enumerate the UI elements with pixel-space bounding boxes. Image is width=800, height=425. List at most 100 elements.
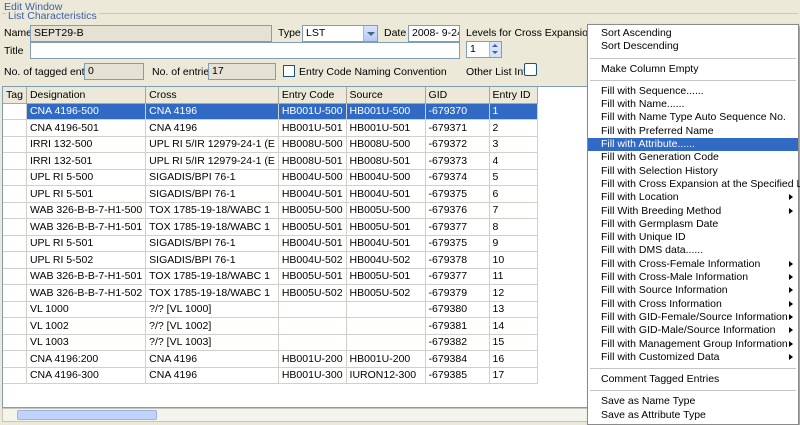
cell-entry-code[interactable]: HB004U-502 xyxy=(278,251,347,269)
spin-arrows-icon[interactable] xyxy=(489,42,501,57)
menu-item-sort-descending[interactable]: Sort Descending xyxy=(588,40,798,53)
cell-source[interactable]: HB001U-501 xyxy=(346,119,426,137)
column-header-designation[interactable]: Designation xyxy=(26,87,147,104)
cell-gid[interactable]: -679376 xyxy=(425,202,490,219)
cell-cross[interactable]: SIGADIS/BPI 76-1 xyxy=(145,185,279,203)
cell-source[interactable]: HB008U-500 xyxy=(346,136,426,153)
cell-entry-id[interactable]: 16 xyxy=(489,350,538,368)
table-row[interactable]: VL 1000 ?/? [VL 1000] -679380 13 xyxy=(3,301,538,318)
type-select[interactable]: LST xyxy=(302,25,378,42)
cell-designation[interactable]: IRRI 132-501 xyxy=(26,152,147,170)
menu-item-fill-with-unique-id[interactable]: Fill with Unique ID xyxy=(588,231,798,244)
cell-cross[interactable]: CNA 4196 xyxy=(145,103,279,120)
cell-entry-code[interactable] xyxy=(278,334,347,351)
menu-item-fill-with-gid-male-source-information[interactable]: Fill with GID-Male/Source Information xyxy=(588,324,798,337)
naming-convention-checkbox[interactable] xyxy=(283,65,295,77)
cell-entry-id[interactable]: 12 xyxy=(489,284,538,302)
cell-entry-code[interactable]: HB005U-502 xyxy=(278,284,347,302)
cell-entry-id[interactable]: 17 xyxy=(489,367,538,384)
cell-gid[interactable]: -679374 xyxy=(425,169,490,186)
cell-tag[interactable] xyxy=(3,119,27,137)
cell-source[interactable]: HB004U-502 xyxy=(346,251,426,269)
menu-item-fill-with-name[interactable]: Fill with Name...... xyxy=(588,98,798,111)
table-row[interactable]: WAB 326-B-B-7-H1-502 TOX 1785-19-18/WABC … xyxy=(3,284,538,302)
menu-item-fill-with-germplasm-date[interactable]: Fill with Germplasm Date xyxy=(588,218,798,231)
cell-entry-id[interactable]: 2 xyxy=(489,119,538,137)
cell-entry-code[interactable]: HB008U-500 xyxy=(278,136,347,153)
cell-entry-code[interactable] xyxy=(278,301,347,318)
cell-designation[interactable]: UPL RI 5-502 xyxy=(26,251,147,269)
chevron-down-icon[interactable] xyxy=(363,26,377,41)
cell-entry-code[interactable]: HB001U-200 xyxy=(278,350,347,368)
scrollbar-thumb[interactable] xyxy=(17,410,157,420)
table-row[interactable]: UPL RI 5-500 SIGADIS/BPI 76-1 HB004U-500 HB… xyxy=(3,169,538,186)
cell-cross[interactable]: SIGADIS/BPI 76-1 xyxy=(145,251,279,269)
menu-item-fill-with-cross-information[interactable]: Fill with Cross Information xyxy=(588,298,798,311)
menu-item-fill-with-location[interactable]: Fill with Location xyxy=(588,191,798,204)
table-row[interactable]: VL 1002 ?/? [VL 1002] -679381 14 xyxy=(3,317,538,335)
cell-designation[interactable]: UPL RI 5-500 xyxy=(26,169,147,186)
cell-entry-code[interactable]: HB005U-500 xyxy=(278,202,347,219)
cell-cross[interactable]: UPL RI 5/IR 12979-24-1 (E xyxy=(145,152,279,170)
table-row[interactable]: WAB 326-B-B-7-H1-501 TOX 1785-19-18/WABC … xyxy=(3,218,538,236)
cell-source[interactable] xyxy=(346,317,426,335)
cell-source[interactable]: HB005U-501 xyxy=(346,218,426,236)
cell-gid[interactable]: -679371 xyxy=(425,119,490,137)
cell-gid[interactable]: -679377 xyxy=(425,218,490,236)
cell-entry-id[interactable]: 1 xyxy=(489,103,538,120)
cell-designation[interactable]: UPL RI 5-501 xyxy=(26,235,147,252)
cell-entry-id[interactable]: 14 xyxy=(489,317,538,335)
cell-cross[interactable]: CNA 4196 xyxy=(145,350,279,368)
table-row[interactable]: UPL RI 5-501 SIGADIS/BPI 76-1 HB004U-501 HB… xyxy=(3,185,538,203)
menu-item-fill-with-preferred-name[interactable]: Fill with Preferred Name xyxy=(588,125,798,138)
cell-cross[interactable]: CNA 4196 xyxy=(145,367,279,384)
cell-tag[interactable] xyxy=(3,136,27,153)
cell-entry-id[interactable]: 7 xyxy=(489,202,538,219)
cell-entry-code[interactable]: HB005U-501 xyxy=(278,268,347,285)
cell-entry-id[interactable]: 5 xyxy=(489,169,538,186)
cell-source[interactable] xyxy=(346,334,426,351)
column-header-source[interactable]: Source xyxy=(346,87,426,104)
menu-item-fill-with-breeding-method[interactable]: Fill With Breeding Method xyxy=(588,205,798,218)
cell-entry-code[interactable]: HB008U-501 xyxy=(278,152,347,170)
cell-source[interactable] xyxy=(346,301,426,318)
cell-entry-code[interactable]: HB004U-501 xyxy=(278,235,347,252)
cell-tag[interactable] xyxy=(3,317,27,335)
cell-designation[interactable]: CNA 4196-501 xyxy=(26,119,147,137)
table-row[interactable]: IRRI 132-501 UPL RI 5/IR 12979-24-1 (E HB0… xyxy=(3,152,538,170)
cell-gid[interactable]: -679384 xyxy=(425,350,490,368)
cell-cross[interactable]: SIGADIS/BPI 76-1 xyxy=(145,235,279,252)
cell-designation[interactable]: IRRI 132-500 xyxy=(26,136,147,153)
table-row[interactable]: VL 1003 ?/? [VL 1003] -679382 15 xyxy=(3,334,538,351)
cell-entry-code[interactable]: HB004U-500 xyxy=(278,169,347,186)
title-field[interactable] xyxy=(30,42,460,59)
cell-cross[interactable]: SIGADIS/BPI 76-1 xyxy=(145,169,279,186)
cell-tag[interactable] xyxy=(3,152,27,170)
cell-source[interactable]: HB004U-500 xyxy=(346,169,426,186)
menu-item-fill-with-selection-history[interactable]: Fill with Selection History xyxy=(588,165,798,178)
menu-item-fill-with-sequence[interactable]: Fill with Sequence...... xyxy=(588,85,798,98)
cell-gid[interactable]: -679375 xyxy=(425,235,490,252)
cell-tag[interactable] xyxy=(3,169,27,186)
menu-item-fill-with-dms-data[interactable]: Fill with DMS data...... xyxy=(588,244,798,257)
table-row[interactable]: CNA 4196:200 CNA 4196 HB001U-200 HB001U-200… xyxy=(3,350,538,368)
cell-designation[interactable]: UPL RI 5-501 xyxy=(26,185,147,203)
cell-tag[interactable] xyxy=(3,103,27,120)
cell-tag[interactable] xyxy=(3,235,27,252)
column-header-entry-code[interactable]: Entry Code xyxy=(278,87,347,104)
cell-entry-code[interactable]: HB001U-501 xyxy=(278,119,347,137)
cell-designation[interactable]: WAB 326-B-B-7-H1-502 xyxy=(26,284,147,302)
cell-gid[interactable]: -679380 xyxy=(425,301,490,318)
column-header-entry-id[interactable]: Entry ID xyxy=(489,87,538,104)
menu-item-make-column-empty[interactable]: Make Column Empty xyxy=(588,63,798,76)
table-row[interactable]: CNA 4196-300 CNA 4196 HB001U-300 IURON12-30… xyxy=(3,367,538,384)
cell-gid[interactable]: -679373 xyxy=(425,152,490,170)
cell-entry-id[interactable]: 10 xyxy=(489,251,538,269)
menu-item-fill-with-source-information[interactable]: Fill with Source Information xyxy=(588,284,798,297)
cell-cross[interactable]: ?/? [VL 1000] xyxy=(145,301,279,318)
cell-tag[interactable] xyxy=(3,185,27,203)
cell-entry-code[interactable]: HB004U-501 xyxy=(278,185,347,203)
cell-designation[interactable]: WAB 326-B-B-7-H1-500 xyxy=(26,202,147,219)
column-header-tag[interactable]: Tag xyxy=(3,87,27,104)
cell-designation[interactable]: VL 1002 xyxy=(26,317,147,335)
